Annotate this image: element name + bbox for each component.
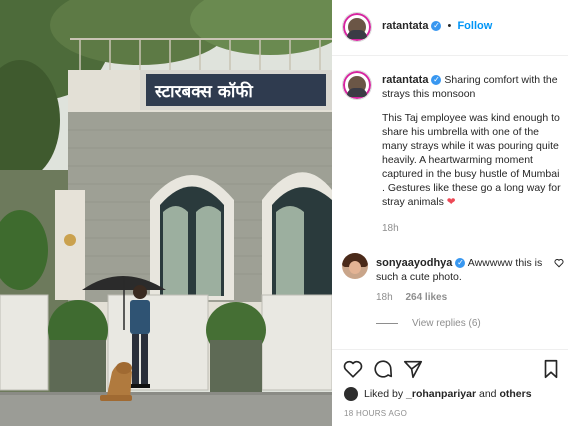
- bookmark-icon[interactable]: [540, 358, 562, 380]
- post-timestamp[interactable]: 18 HOURS AGO: [344, 409, 407, 418]
- separator-dot: •: [447, 20, 452, 32]
- send-icon[interactable]: [402, 358, 424, 380]
- sign-text: स्टारबक्स कॉफी: [154, 81, 253, 102]
- comment-meta: 18h 264 likes: [376, 292, 457, 303]
- heart-icon[interactable]: [342, 358, 364, 380]
- commenter-avatar[interactable]: [342, 253, 368, 279]
- author-avatar[interactable]: [342, 12, 372, 42]
- verified-badge-icon: ✓: [455, 258, 466, 269]
- caption-username[interactable]: ratantata: [382, 74, 428, 86]
- instagram-post-window: स्टारबक्स कॉफी ratantata ✓ • Follow rata…: [0, 0, 568, 426]
- post-caption: ratantata ✓ Sharing comfort with the stra…: [382, 73, 564, 219]
- heart-outline-icon[interactable]: [554, 258, 564, 271]
- liker-username[interactable]: _rohanpariyar: [406, 388, 476, 400]
- follow-button[interactable]: Follow: [457, 20, 492, 32]
- red-heart-icon: ❤: [446, 196, 456, 208]
- liked-and: and: [478, 387, 497, 400]
- replies-divider: [376, 322, 398, 324]
- liked-prefix: Liked by: [364, 387, 404, 400]
- post-details-panel: ratantata ✓ • Follow ratantata ✓ Sharing c…: [332, 0, 568, 426]
- author-line: ratantata ✓ • Follow: [382, 20, 492, 32]
- photo-illustration: स्टारबक्स कॉफी: [0, 0, 332, 426]
- post-actions: Liked by _rohanpariyar and others 18 HOU…: [332, 349, 568, 426]
- view-replies-label[interactable]: View replies (6): [412, 318, 481, 329]
- comment: sonyaayodhya ✓ Awwwww this is such a cute…: [376, 256, 548, 284]
- comment-icon[interactable]: [372, 358, 394, 380]
- commenter-username[interactable]: sonyaayodhya: [376, 257, 452, 269]
- liked-by: Liked by _rohanpariyar and others: [344, 387, 532, 401]
- liker-avatar[interactable]: [344, 387, 358, 401]
- author-username[interactable]: ratantata: [382, 20, 428, 32]
- comment-timestamp[interactable]: 18h: [376, 292, 393, 303]
- post-photo[interactable]: स्टारबक्स कॉफी: [0, 0, 332, 426]
- caption-author-avatar[interactable]: [342, 70, 372, 100]
- verified-badge-icon: ✓: [431, 21, 442, 32]
- caption-body: This Taj employee was kind enough to sha…: [382, 112, 561, 208]
- view-replies-link[interactable]: View replies (6): [376, 318, 481, 329]
- comment-likes[interactable]: 264 likes: [405, 292, 447, 303]
- caption-timestamp[interactable]: 18h: [382, 223, 399, 234]
- verified-badge-icon: ✓: [431, 75, 442, 86]
- liked-others[interactable]: others: [499, 388, 531, 400]
- post-header: ratantata ✓ • Follow: [332, 0, 568, 56]
